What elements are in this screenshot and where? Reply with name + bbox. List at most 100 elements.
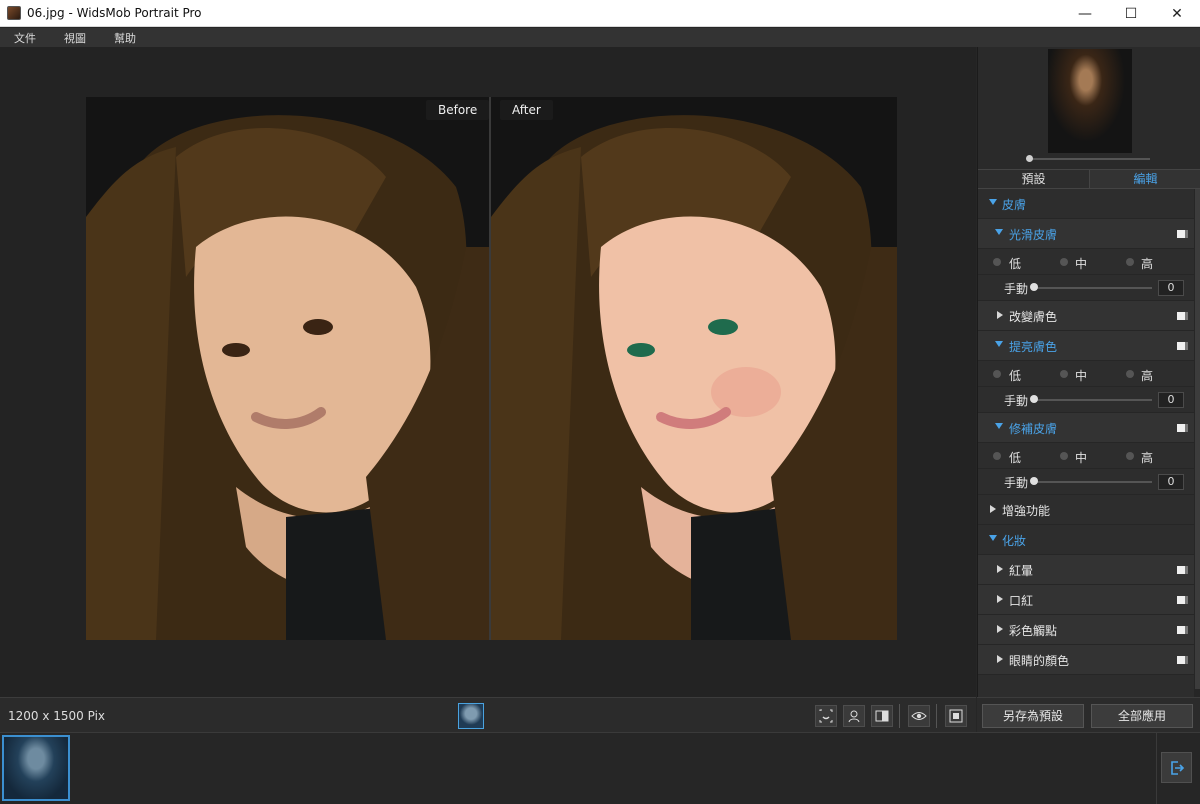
before-after-viewer[interactable]: Before After	[86, 97, 897, 640]
smooth-skin-toggle[interactable]	[1177, 230, 1188, 238]
section-skin[interactable]: 皮膚	[978, 189, 1194, 219]
repair-skin-label: 修補皮膚	[1009, 422, 1058, 436]
smooth-skin-levels: 低 中 高	[978, 249, 1194, 275]
face-detect-button[interactable]	[815, 705, 837, 727]
brighten-skin-toggle[interactable]	[1177, 342, 1188, 350]
color-dots-toggle[interactable]	[1177, 626, 1188, 634]
chevron-right-icon	[997, 655, 1003, 663]
brighten-skin-slider[interactable]	[1034, 399, 1152, 401]
option-mid-label: 中	[1075, 369, 1088, 383]
chevron-down-icon	[995, 341, 1003, 347]
section-makeup-title: 化妝	[1002, 534, 1027, 548]
tab-presets[interactable]: 預設	[978, 170, 1089, 188]
eye-icon	[911, 712, 927, 720]
section-enhance[interactable]: 增強功能	[978, 495, 1194, 525]
item-lipstick[interactable]: 口紅	[978, 585, 1194, 615]
lipstick-toggle[interactable]	[1177, 596, 1188, 604]
radio-mid[interactable]	[1060, 370, 1068, 378]
repair-skin-slider[interactable]	[1034, 481, 1152, 483]
item-smooth-skin[interactable]: 光滑皮膚	[978, 219, 1194, 249]
panel-tabs: 預設 編輯	[978, 169, 1200, 189]
brighten-skin-slider-handle[interactable]	[1030, 395, 1038, 403]
portrait-mode-button[interactable]	[843, 705, 865, 727]
brighten-skin-manual: 手動 0	[978, 387, 1194, 413]
adjustment-list: 皮膚 光滑皮膚 低 中 高 手動 0 改變膚色 提亮膚色 低 中 高 手動 0 …	[978, 189, 1194, 734]
after-photo	[491, 97, 897, 640]
after-label: After	[500, 100, 553, 120]
panel-scrollbar-thumb[interactable]	[1195, 189, 1200, 689]
item-brighten-skin[interactable]: 提亮膚色	[978, 331, 1194, 361]
section-skin-title: 皮膚	[1002, 198, 1027, 212]
tab-edit[interactable]: 編輯	[1089, 170, 1200, 188]
preview-toggle-button[interactable]	[908, 705, 930, 727]
item-change-skin-color[interactable]: 改變膚色	[978, 301, 1194, 331]
filmstrip-thumbnail[interactable]	[2, 735, 70, 801]
minimize-button[interactable]: —	[1062, 0, 1108, 27]
menu-help[interactable]: 幫助	[106, 30, 144, 46]
export-button[interactable]	[1161, 752, 1192, 783]
panel-actions: 另存為預設 全部應用	[977, 697, 1200, 732]
image-canvas: Before After	[0, 47, 976, 697]
chevron-down-icon	[989, 535, 997, 541]
smooth-skin-slider-handle[interactable]	[1030, 283, 1038, 291]
item-eye-color[interactable]: 眼睛的顏色	[978, 645, 1194, 675]
lipstick-label: 口紅	[1009, 594, 1034, 608]
app-icon	[7, 6, 21, 20]
radio-mid[interactable]	[1060, 258, 1068, 266]
repair-skin-value[interactable]: 0	[1158, 474, 1184, 490]
apply-all-button[interactable]: 全部應用	[1091, 704, 1193, 728]
item-repair-skin[interactable]: 修補皮膚	[978, 413, 1194, 443]
repair-skin-toggle[interactable]	[1177, 424, 1188, 432]
menu-view[interactable]: 視圖	[56, 30, 94, 46]
smooth-skin-manual: 手動 0	[978, 275, 1194, 301]
blush-toggle[interactable]	[1177, 566, 1188, 574]
toolbar-separator	[936, 704, 937, 728]
status-bar: 1200 x 1500 Pix	[0, 697, 976, 732]
navigator-thumbnail[interactable]	[1048, 49, 1132, 153]
option-high-label: 高	[1141, 257, 1154, 271]
radio-low[interactable]	[993, 258, 1001, 266]
smooth-skin-slider[interactable]	[1034, 287, 1152, 289]
before-label: Before	[426, 100, 490, 120]
smooth-skin-value[interactable]: 0	[1158, 280, 1184, 296]
item-color-dots[interactable]: 彩色觸點	[978, 615, 1194, 645]
brighten-skin-value[interactable]: 0	[1158, 392, 1184, 408]
single-view-button[interactable]	[945, 705, 967, 727]
radio-high[interactable]	[1126, 452, 1134, 460]
save-preset-button[interactable]: 另存為預設	[982, 704, 1084, 728]
chevron-down-icon	[995, 423, 1003, 429]
manual-label: 手動	[1004, 282, 1029, 296]
chevron-down-icon	[995, 229, 1003, 235]
image-dimensions: 1200 x 1500 Pix	[8, 709, 106, 723]
radio-low[interactable]	[993, 370, 1001, 378]
maximize-button[interactable]: ☐	[1108, 0, 1154, 27]
chevron-right-icon	[997, 595, 1003, 603]
split-view-button[interactable]	[871, 705, 893, 727]
close-button[interactable]: ✕	[1154, 0, 1200, 27]
radio-mid[interactable]	[1060, 452, 1068, 460]
frame-icon	[949, 709, 963, 723]
section-makeup[interactable]: 化妝	[978, 525, 1194, 555]
manual-label: 手動	[1004, 476, 1029, 490]
change-skin-color-toggle[interactable]	[1177, 312, 1188, 320]
navigator	[978, 47, 1200, 169]
face-thumbnail[interactable]	[458, 703, 484, 729]
filmstrip-divider	[1156, 733, 1157, 804]
repair-skin-slider-handle[interactable]	[1030, 477, 1038, 485]
radio-low[interactable]	[993, 452, 1001, 460]
split-view-icon	[875, 710, 889, 722]
eye-color-toggle[interactable]	[1177, 656, 1188, 664]
radio-high[interactable]	[1126, 370, 1134, 378]
chevron-right-icon	[990, 505, 996, 513]
menu-file[interactable]: 文件	[6, 30, 44, 46]
option-high-label: 高	[1141, 369, 1154, 383]
export-icon	[1170, 760, 1184, 775]
zoom-slider-handle[interactable]	[1026, 155, 1033, 162]
zoom-slider-track[interactable]	[1030, 158, 1150, 160]
smooth-skin-label: 光滑皮膚	[1009, 228, 1058, 242]
item-blush[interactable]: 紅暈	[978, 555, 1194, 585]
edit-panel: 預設 編輯 皮膚 光滑皮膚 低 中 高 手動 0 改變膚色 提亮膚色 低 中 高…	[977, 47, 1200, 734]
radio-high[interactable]	[1126, 258, 1134, 266]
menu-bar: 文件 視圖 幫助	[0, 28, 1200, 47]
chevron-right-icon	[997, 565, 1003, 573]
